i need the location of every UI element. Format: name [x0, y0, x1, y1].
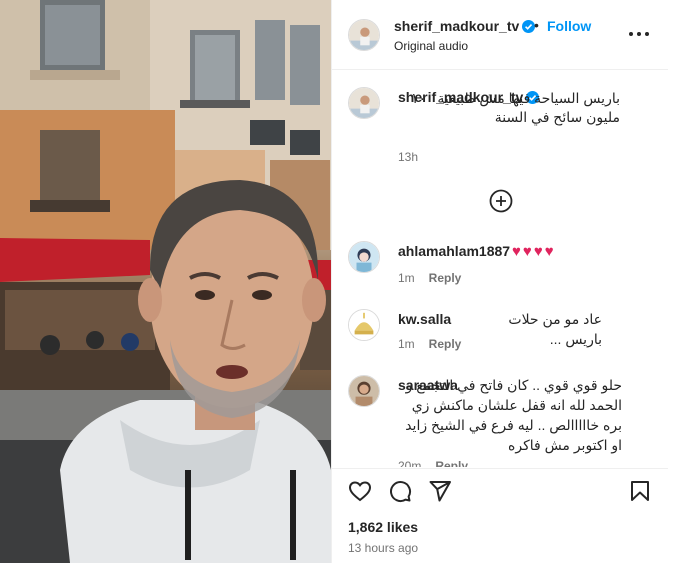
post-side-panel: sherif_madkour_tv • Follow Original audi…	[331, 0, 668, 563]
comment-meta: 20m Reply	[398, 459, 468, 467]
send-icon[interactable]	[428, 479, 452, 503]
commenter-avatar[interactable]	[348, 241, 380, 273]
caption-text: باريس السياحة فيها مش طبيعية ١٠٠ مليون س…	[410, 90, 620, 125]
reply-button[interactable]: Reply	[429, 337, 462, 351]
caption-time[interactable]: 13h	[398, 150, 418, 164]
video-frame-illustration	[0, 0, 331, 563]
reply-button[interactable]: Reply	[435, 459, 468, 467]
commenter-username[interactable]: kw.salla	[398, 311, 451, 327]
plus-circle-icon[interactable]	[489, 189, 513, 213]
comment-bubble-icon[interactable]	[388, 479, 412, 503]
commenter-username[interactable]: ahlamahlam1887	[398, 243, 510, 259]
commenter-avatar[interactable]	[348, 309, 380, 341]
post-header: sherif_madkour_tv • Follow Original audi…	[332, 0, 668, 70]
caption-author-avatar[interactable]	[348, 87, 380, 119]
reel-video[interactable]	[0, 0, 331, 563]
heart-icon[interactable]	[348, 479, 372, 503]
bookmark-icon[interactable]	[628, 479, 652, 503]
comment-meta: 1m Reply	[398, 337, 461, 351]
commenter-avatar[interactable]	[348, 375, 380, 407]
comment-meta: 1m Reply	[398, 271, 461, 285]
comment-text-hearts: ♥♥♥♥	[512, 243, 556, 260]
post-actions: 1,862 likes 13 hours ago	[332, 468, 668, 563]
follow-button[interactable]: Follow	[547, 18, 591, 34]
more-options-icon[interactable]	[627, 24, 651, 44]
likes-count[interactable]: 1,862 likes	[348, 519, 418, 535]
comment-time[interactable]: 1m	[398, 337, 415, 351]
comment-time[interactable]: 20m	[398, 459, 421, 467]
author-avatar[interactable]	[348, 19, 380, 51]
post-time-ago[interactable]: 13 hours ago	[348, 541, 418, 555]
audio-label[interactable]: Original audio	[394, 39, 468, 53]
comment-time[interactable]: 1m	[398, 271, 415, 285]
comment-text: عاد مو من حلات باريس ...	[508, 311, 602, 347]
caption-text-block: باريس السياحة فيها مش طبيعية ١٠٠ مليون س…	[398, 89, 620, 146]
author-username-text[interactable]: sherif_madkour_tv	[394, 18, 519, 34]
separator-dot: •	[534, 17, 539, 33]
reply-button[interactable]: Reply	[429, 271, 462, 285]
author-username[interactable]: sherif_madkour_tv	[394, 18, 536, 34]
commenter-username[interactable]: saraatwa	[398, 377, 458, 393]
comments-scroll-area[interactable]: sherif_madkour_tv باريس السياحة فيها مش …	[332, 71, 668, 467]
